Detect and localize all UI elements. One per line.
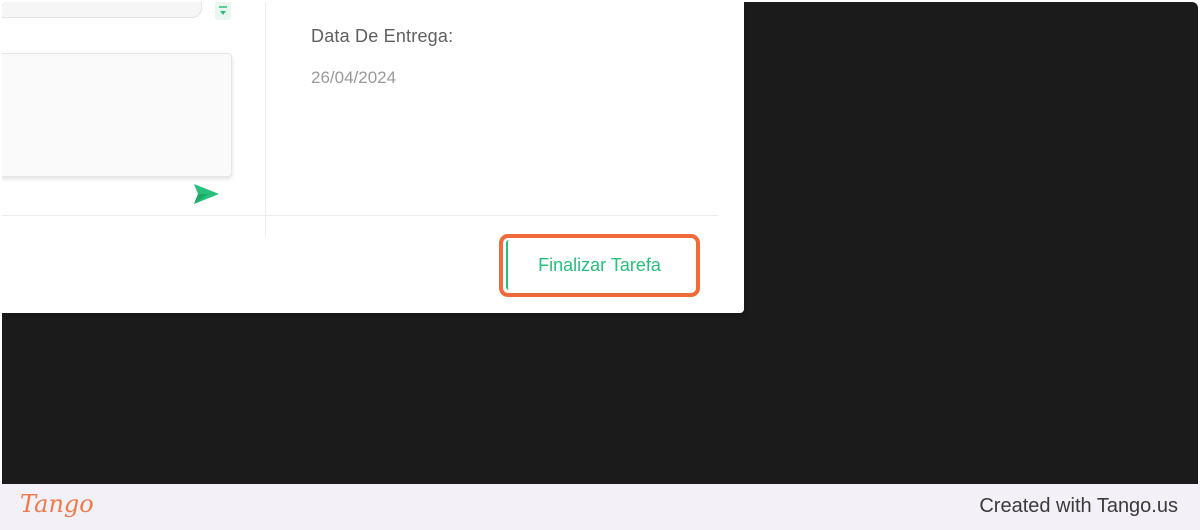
chevron-down-icon: [219, 6, 227, 15]
footer-divider: [2, 215, 718, 216]
task-modal: Data De Entrega: 26/04/2024 Finalizar Ta…: [2, 2, 744, 313]
due-date-label: Data De Entrega:: [311, 26, 454, 46]
due-date-value: 26/04/2024: [311, 68, 397, 87]
scroll-down-button[interactable]: [215, 2, 231, 20]
send-icon: [194, 184, 219, 204]
column-divider: [265, 2, 266, 236]
click-highlight: [499, 234, 700, 297]
comment-textarea[interactable]: [2, 53, 232, 177]
tango-logo: Tango: [20, 490, 94, 518]
top-input-field[interactable]: [2, 2, 202, 18]
send-button[interactable]: [192, 182, 220, 206]
created-with-text: Created with Tango.us: [979, 495, 1178, 517]
screenshot-frame: Data De Entrega: 26/04/2024 Finalizar Ta…: [2, 2, 1198, 484]
tango-footer: Tango Created with Tango.us: [0, 484, 1200, 530]
